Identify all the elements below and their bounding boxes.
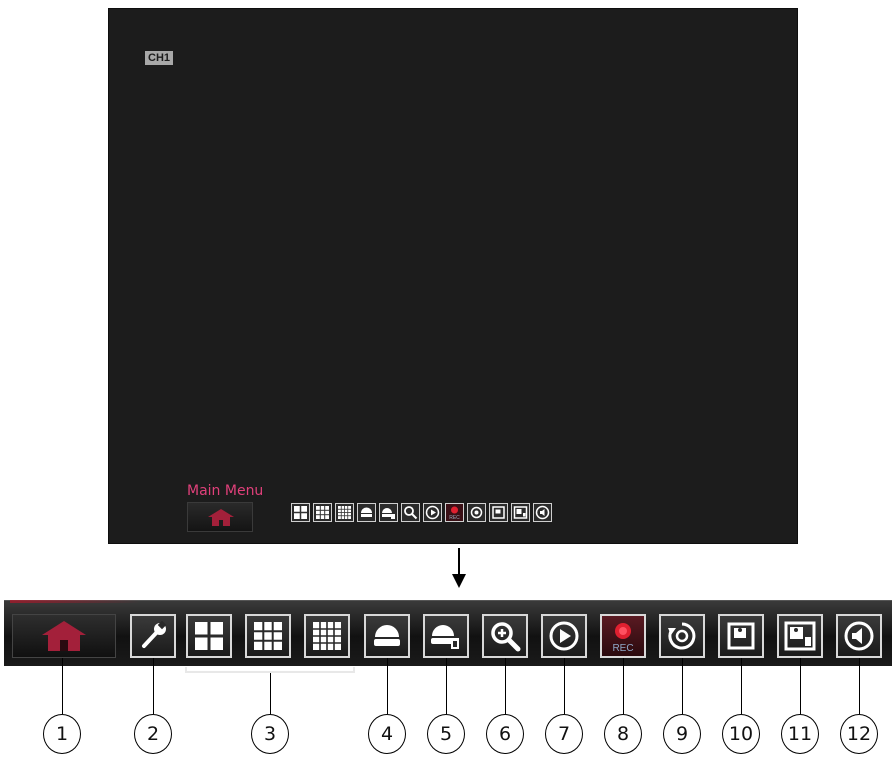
down-arrow-icon <box>452 548 466 588</box>
snapshot-icon <box>492 506 505 519</box>
sixteen-view-icon <box>338 506 351 519</box>
zoom-button[interactable] <box>482 614 528 658</box>
ptz-camera-icon <box>361 507 372 517</box>
ptz-camera-icon <box>374 625 400 646</box>
mini-pip-button[interactable] <box>511 503 530 522</box>
mini-home-button[interactable] <box>187 502 253 532</box>
mini-sequence-button[interactable] <box>467 503 486 522</box>
main-menu-label: Main Menu <box>187 483 264 499</box>
sequence-icon <box>470 506 483 519</box>
rec-text: REC <box>612 643 633 653</box>
nine-view-button[interactable] <box>245 614 291 658</box>
leader-line <box>859 658 860 714</box>
audio-icon <box>535 505 550 520</box>
quad-view-icon <box>195 622 223 650</box>
callout-7: 7 <box>545 714 583 754</box>
mini-ptz-button[interactable] <box>357 503 376 522</box>
sixteen-view-icon <box>313 622 341 650</box>
sixteen-view-button[interactable] <box>304 614 350 658</box>
live-view-screen: CH1 Main Menu REC <box>108 8 798 544</box>
home-icon <box>42 621 86 651</box>
callout-4: 4 <box>368 714 406 754</box>
zoom-icon <box>491 622 521 652</box>
leader-line <box>62 658 63 714</box>
sequence-icon <box>668 622 696 650</box>
snapshot-button[interactable] <box>718 614 764 658</box>
leader-line <box>505 658 506 714</box>
leader-line <box>387 658 388 714</box>
leader-line <box>446 658 447 714</box>
callout-2: 2 <box>134 714 172 754</box>
mini-audio-button[interactable] <box>533 503 552 522</box>
play-icon <box>549 621 579 651</box>
play-icon <box>425 505 440 520</box>
leader-line <box>623 658 624 714</box>
audio-icon <box>844 621 874 651</box>
ptz-camera-settings-icon <box>382 508 395 519</box>
playback-button[interactable] <box>541 614 587 658</box>
mini-quad-button[interactable] <box>291 503 310 522</box>
mini-record-button[interactable]: REC <box>445 503 464 522</box>
ptz-settings-button[interactable] <box>423 614 469 658</box>
wrench-icon <box>142 620 167 648</box>
mini-play-button[interactable] <box>423 503 442 522</box>
quad-view-icon <box>294 506 307 519</box>
pip-icon <box>784 621 816 651</box>
nine-view-icon <box>254 622 282 650</box>
audio-button[interactable] <box>836 614 882 658</box>
callout-8: 8 <box>604 714 642 754</box>
nine-view-icon <box>316 506 329 519</box>
channel-label: CH1 <box>145 51 174 65</box>
leader-line <box>800 658 801 714</box>
leader-line <box>682 658 683 714</box>
snapshot-icon <box>727 622 755 650</box>
mini-nine-button[interactable] <box>313 503 332 522</box>
callout-10: 10 <box>722 714 760 754</box>
home-icon <box>208 509 234 526</box>
leader-line <box>153 658 154 714</box>
callout-12: 12 <box>840 714 878 754</box>
manual-diagram: CH1 Main Menu REC REC 1 2 3 4 5 6 7 8 9 … <box>0 0 896 771</box>
sequence-button[interactable] <box>659 614 705 658</box>
zoom-icon <box>404 506 418 520</box>
leader-line <box>270 673 271 714</box>
setup-button[interactable] <box>130 614 176 658</box>
mini-zoom-button[interactable] <box>401 503 420 522</box>
callout-3: 3 <box>251 714 289 754</box>
ptz-camera-settings-icon <box>431 625 459 649</box>
callout-9: 9 <box>663 714 701 754</box>
mini-sixteen-button[interactable] <box>335 503 354 522</box>
pip-button[interactable] <box>777 614 823 658</box>
mini-snapshot-button[interactable] <box>489 503 508 522</box>
mini-toolbar: REC <box>291 503 552 522</box>
svg-text:REC: REC <box>449 515 460 520</box>
pip-icon <box>513 506 528 519</box>
leader-line <box>564 658 565 714</box>
callout-11: 11 <box>781 714 819 754</box>
record-icon: REC <box>449 506 460 520</box>
record-button[interactable]: REC <box>600 614 646 658</box>
record-icon: REC <box>612 623 634 653</box>
strip-highlight <box>10 600 140 603</box>
home-button[interactable] <box>12 614 116 658</box>
ptz-button[interactable] <box>364 614 410 658</box>
callout-5: 5 <box>427 714 465 754</box>
callout-6: 6 <box>486 714 524 754</box>
leader-line <box>741 658 742 714</box>
quad-view-button[interactable] <box>186 614 232 658</box>
mini-ptz-settings-button[interactable] <box>379 503 398 522</box>
callout-1: 1 <box>43 714 81 754</box>
